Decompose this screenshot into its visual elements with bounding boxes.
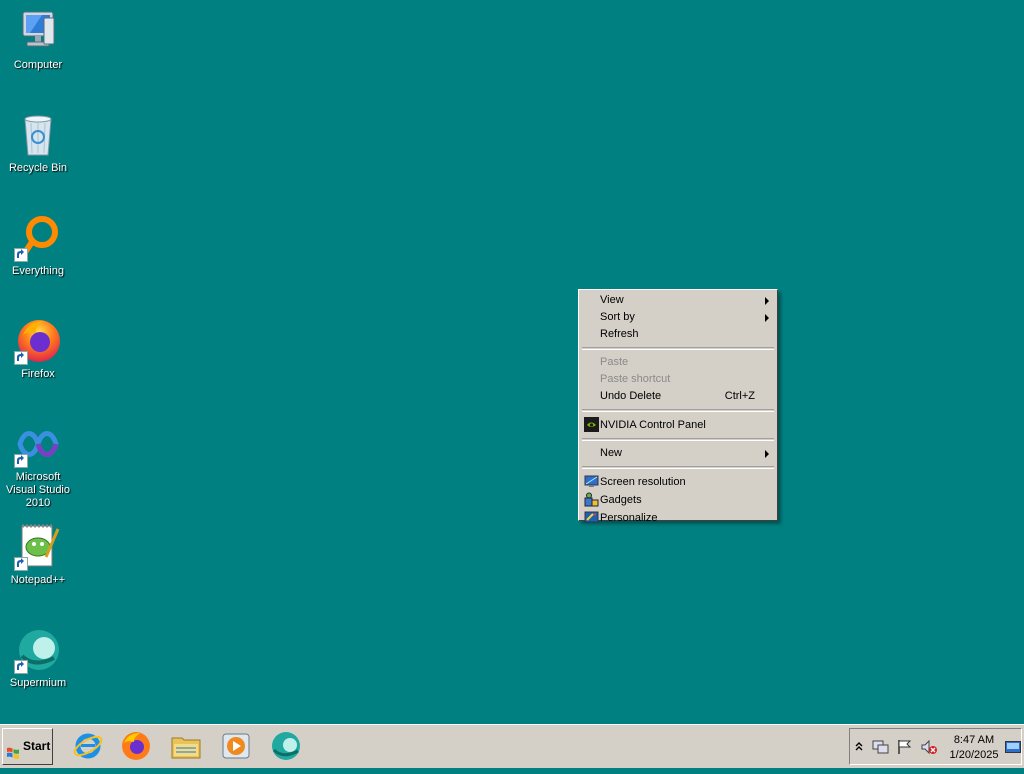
start-label: Start (23, 739, 51, 753)
menu-separator (582, 347, 774, 350)
personalize-icon (584, 510, 599, 525)
menu-item-label: Refresh (600, 328, 639, 340)
menu-item-shortcut: Ctrl+Z (724, 390, 755, 402)
menu-item-label: NVIDIA Control Panel (600, 419, 706, 431)
submenu-arrow-icon (765, 450, 769, 458)
menu-item-label: Paste (600, 356, 629, 368)
taskbar-file-explorer[interactable] (168, 728, 204, 764)
desktop-icon-label: Notepad++ (10, 574, 66, 586)
desktop-icon-label: Firefox (21, 368, 55, 380)
menu-item-label: Paste shortcut (600, 373, 671, 385)
shortcut-arrow-icon (14, 351, 28, 365)
menu-item-paste: Paste (581, 354, 775, 371)
volume-muted-icon[interactable] (920, 739, 938, 758)
everything-icon (14, 214, 62, 262)
network-icon[interactable] (872, 739, 890, 758)
menu-item-label: Gadgets (600, 494, 642, 506)
menu-item-refresh[interactable]: Refresh (581, 326, 775, 343)
shortcut-arrow-icon (14, 660, 28, 674)
desktop-icon-everything[interactable]: Everything (0, 214, 76, 278)
desktop-icon-label: Microsoft Visual Studio 2010 (5, 471, 70, 509)
menu-separator (582, 409, 774, 412)
windows-logo-icon (6, 739, 20, 774)
action-center-flag-icon[interactable] (896, 739, 912, 758)
show-desktop-icon[interactable] (1005, 741, 1021, 756)
menu-item-label: Personalize (600, 512, 658, 524)
start-button[interactable]: Start (2, 728, 53, 765)
menu-item-view[interactable]: View (581, 292, 775, 309)
taskbar-firefox[interactable] (118, 728, 154, 764)
supermium-icon (14, 626, 62, 674)
desktop-icon-label: Computer (13, 59, 63, 71)
submenu-arrow-icon (765, 297, 769, 305)
desktop-icon-label: Supermium (9, 677, 67, 689)
shortcut-arrow-icon (14, 454, 28, 468)
menu-item-personalize[interactable]: Personalize (581, 509, 775, 527)
menu-item-paste-shortcut: Paste shortcut (581, 371, 775, 388)
desktop-icon-recycle-bin[interactable]: Recycle Bin (0, 111, 76, 175)
shortcut-arrow-icon (14, 248, 28, 262)
desktop-context-menu: View Sort by Refresh Paste Paste shortcu… (578, 289, 778, 524)
menu-item-label: Screen resolution (600, 476, 686, 488)
gadgets-icon (584, 492, 599, 507)
system-tray: 8:47 AM 1/20/2025 (849, 728, 1022, 765)
notepad-plus-plus-icon (14, 523, 62, 571)
menu-separator (582, 438, 774, 441)
show-hidden-icons-chevron[interactable] (855, 741, 863, 754)
taskbar-internet-explorer[interactable] (70, 728, 106, 764)
desktop-icon-label: Everything (12, 265, 64, 277)
taskbar: Start 8:47 AM 1/20/2025 (0, 724, 1024, 768)
clock-time: 8:47 AM (953, 734, 995, 746)
submenu-arrow-icon (765, 314, 769, 322)
nvidia-icon (584, 417, 599, 432)
desktop-icon-supermium[interactable]: Supermium (0, 626, 76, 690)
computer-icon (14, 8, 62, 56)
desktop-icon-firefox[interactable]: Firefox (0, 317, 76, 381)
menu-item-label: New (600, 447, 623, 459)
menu-item-nvidia-control-panel[interactable]: NVIDIA Control Panel (581, 416, 775, 434)
desktop-icon-label: Recycle Bin (8, 162, 68, 174)
menu-item-sort-by[interactable]: Sort by (581, 309, 775, 326)
desktop-icon-computer[interactable]: Computer (0, 8, 76, 72)
menu-item-undo-delete[interactable]: Undo Delete Ctrl+Z (581, 388, 775, 405)
menu-item-label: Sort by (600, 311, 635, 323)
clock-date: 1/20/2025 (949, 749, 999, 761)
desktop-icon-visual-studio[interactable]: Microsoft Visual Studio 2010 (0, 420, 76, 510)
taskbar-supermium[interactable] (268, 728, 304, 764)
menu-item-gadgets[interactable]: Gadgets (581, 491, 775, 509)
recycle-bin-icon (14, 111, 62, 159)
desktop-icon-notepad-plus-plus[interactable]: Notepad++ (0, 523, 76, 587)
clock[interactable]: 8:47 AM 1/20/2025 (944, 733, 1004, 763)
visual-studio-icon (14, 420, 62, 468)
menu-separator (582, 466, 774, 469)
screen-resolution-icon (584, 474, 599, 489)
menu-item-new[interactable]: New (581, 445, 775, 462)
taskbar-media-player[interactable] (218, 728, 254, 764)
menu-item-screen-resolution[interactable]: Screen resolution (581, 473, 775, 491)
menu-item-label: View (600, 294, 624, 306)
firefox-icon (14, 317, 62, 365)
menu-item-label: Undo Delete (600, 390, 662, 402)
shortcut-arrow-icon (14, 557, 28, 571)
